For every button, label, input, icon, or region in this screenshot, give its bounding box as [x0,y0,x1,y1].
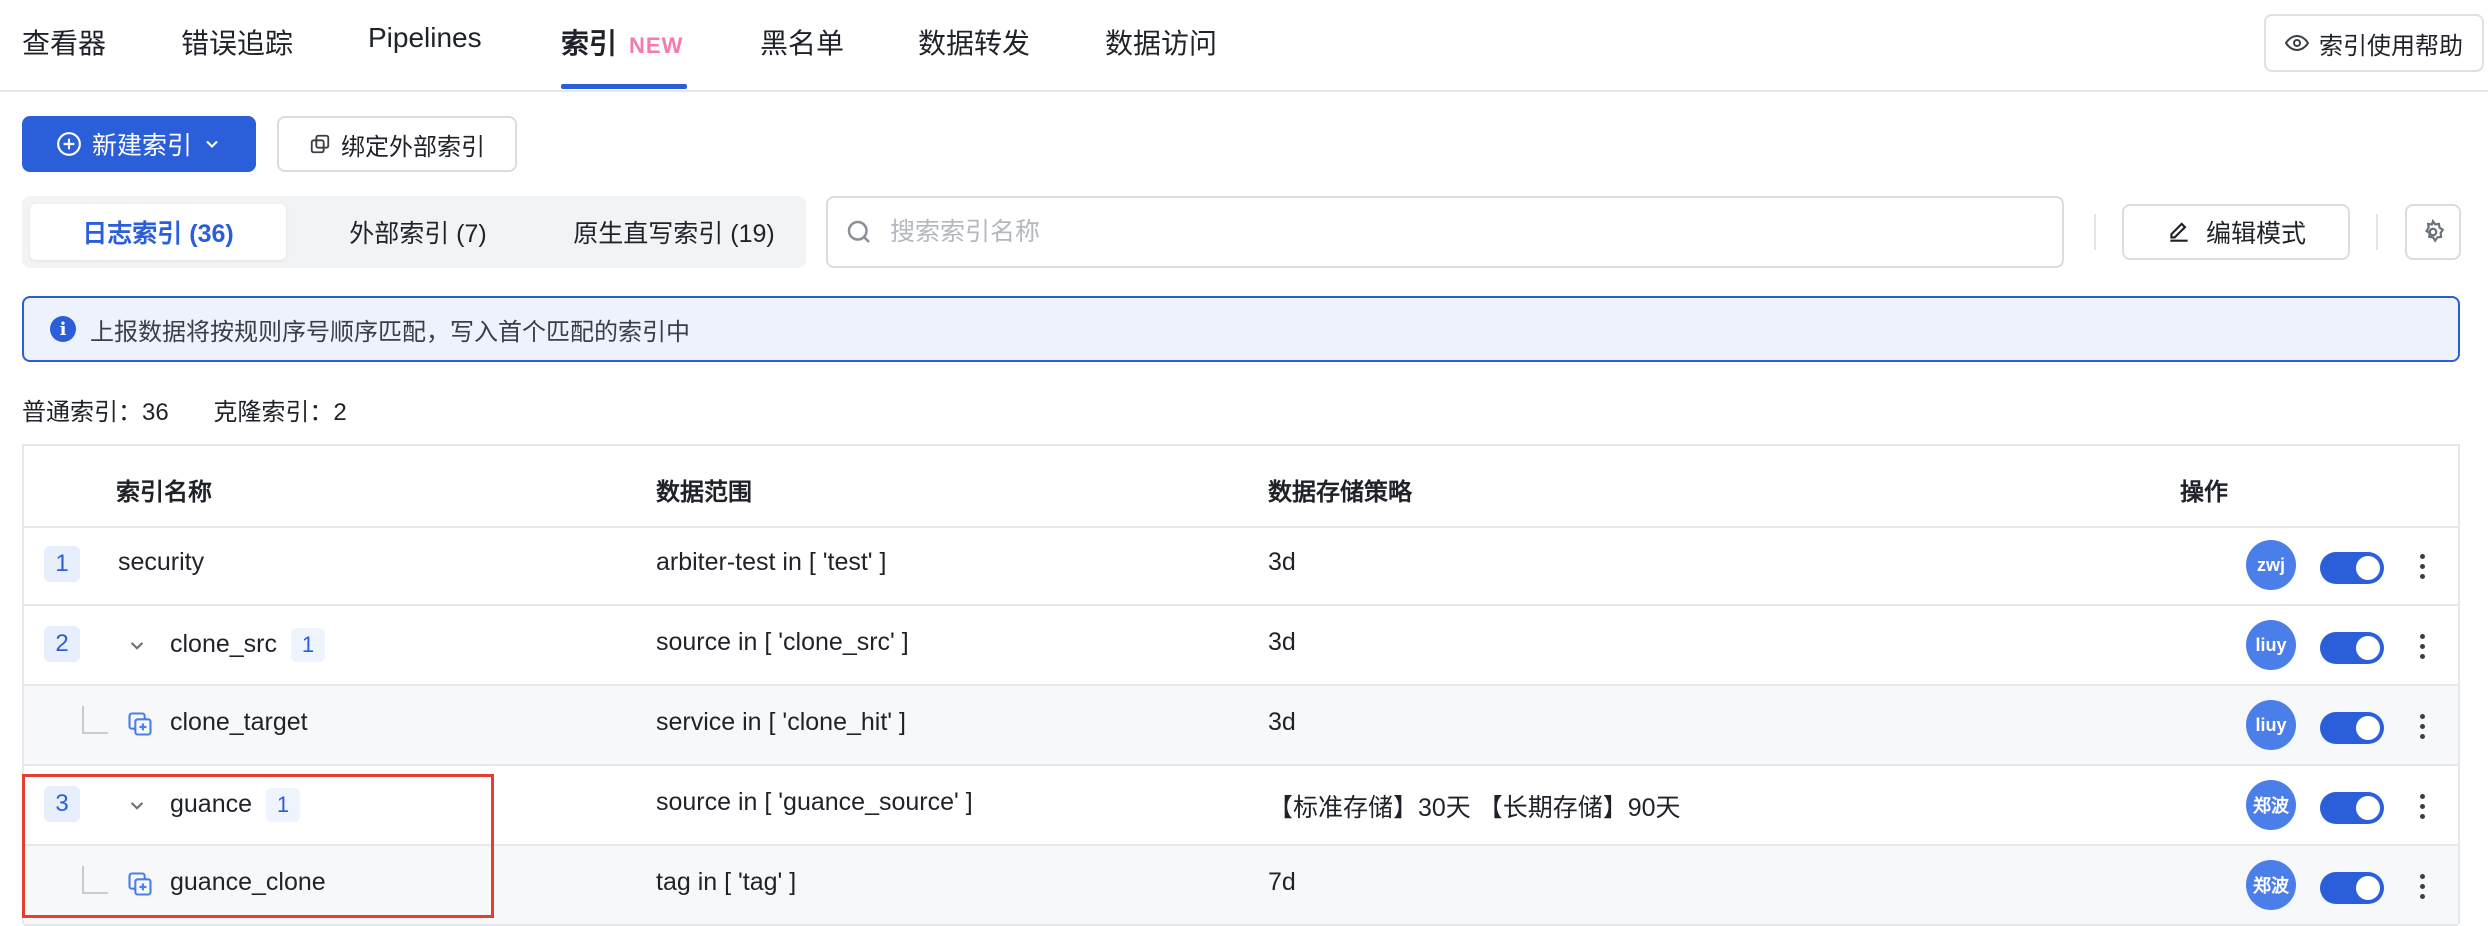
tab-index-label: 索引 [561,28,618,59]
more-icon[interactable] [2412,704,2432,748]
tab-index[interactable]: 索引 NEW [561,22,683,62]
gear-icon [2424,219,2445,243]
tab-native-write-index[interactable]: 原生直写索引 (19) [550,204,798,260]
info-icon: i [50,316,76,342]
avatar: 郑波 [2246,860,2296,910]
index-help-button[interactable]: 索引使用帮助 [2264,14,2484,72]
clone-index-count: 克隆索引：2 [213,399,347,426]
tab-viewer[interactable]: 查看器 [22,22,106,62]
info-text: 上报数据将按规则序号顺序匹配，写入首个匹配的索引中 [90,318,690,346]
plus-circle-icon [57,132,81,156]
enable-toggle[interactable] [2320,712,2384,744]
bind-external-index-button[interactable]: 绑定外部索引 [277,116,517,172]
divider [2376,214,2378,250]
enable-toggle[interactable] [2320,632,2384,664]
avatar: zwj [2246,540,2296,590]
table-row[interactable]: clone_target service in [ 'clone_hit' ] … [24,686,2458,766]
new-index-button[interactable]: 新建索引 [22,116,256,172]
search-input[interactable] [888,216,1992,248]
storage-policy: 7d [1268,868,1296,896]
data-scope: source in [ 'guance_source' ] [656,788,973,816]
clone-icon [128,712,152,736]
index-name: security [118,548,205,576]
top-nav: 查看器 错误追踪 Pipelines 索引 NEW 黑名单 数据转发 数据访问 [0,0,2488,92]
data-scope: service in [ 'clone_hit' ] [656,708,906,736]
search-icon [847,220,870,243]
col-data-scope: 数据范围 [656,479,752,506]
tree-connector [82,706,108,734]
edit-mode-label: 编辑模式 [2205,220,2306,248]
annotation-highlight-box [22,774,494,918]
storage-policy: 3d [1268,708,1296,736]
edit-mode-button[interactable]: 编辑模式 [2122,204,2350,260]
normal-index-count: 普通索引：36 [22,399,169,426]
index-search [826,196,2064,268]
index-name: clone_target [170,708,308,736]
avatar: liuy [2246,700,2296,750]
divider [2094,214,2096,250]
index-type-tabs: 日志索引 (36) 外部索引 (7) 原生直写索引 (19) [22,196,806,268]
pencil-icon [2170,222,2188,242]
more-icon[interactable] [2412,864,2432,908]
enable-toggle[interactable] [2320,872,2384,904]
storage-policy: 3d [1268,628,1296,656]
more-icon[interactable] [2412,784,2432,828]
enable-toggle[interactable] [2320,552,2384,584]
active-tab-indicator [561,84,687,89]
table-header: 索引名称 数据范围 数据存储策略 操作 [24,446,2458,528]
data-scope: arbiter-test in [ 'test' ] [656,548,887,576]
help-label: 索引使用帮助 [2319,32,2463,60]
index-name-group: clone_src 1 [170,628,325,662]
tab-pipelines[interactable]: Pipelines [368,22,482,54]
tab-data-access[interactable]: 数据访问 [1105,22,1217,62]
storage-policy: 【标准存储】30天 【长期存储】90天 [1268,794,1681,822]
index-counts: 普通索引：36 克隆索引：2 [22,392,347,427]
info-banner: i 上报数据将按规则序号顺序匹配，写入首个匹配的索引中 [22,296,2460,362]
col-actions: 操作 [2180,479,2228,506]
index-name: clone_src [170,630,277,658]
col-index-name: 索引名称 [116,479,212,506]
tab-external-index[interactable]: 外部索引 (7) [290,204,546,260]
chevron-down-icon[interactable] [124,632,150,658]
more-icon[interactable] [2412,544,2432,588]
table-row[interactable]: 2 clone_src 1 source in [ 'clone_src' ] 3… [24,606,2458,686]
new-badge: NEW [629,33,684,58]
tab-log-index[interactable]: 日志索引 (36) [30,204,286,260]
avatar: 郑波 [2246,780,2296,830]
col-storage-policy: 数据存储策略 [1268,479,1412,506]
chevron-down-icon [206,140,218,148]
data-scope: source in [ 'clone_src' ] [656,628,909,656]
link-copy-icon [310,134,330,154]
data-scope: tag in [ 'tag' ] [656,868,797,896]
tab-data-forwarding[interactable]: 数据转发 [918,22,1030,62]
table-row[interactable]: 1 security arbiter-test in [ 'test' ] 3d… [24,526,2458,606]
tab-error-tracking[interactable]: 错误追踪 [181,22,293,62]
eye-icon [2285,34,2309,52]
tab-blacklist[interactable]: 黑名单 [760,22,844,62]
bind-external-label: 绑定外部索引 [341,133,485,161]
row-seq: 2 [44,626,80,662]
more-icon[interactable] [2412,624,2432,668]
storage-policy: 3d [1268,548,1296,576]
clone-count-badge: 1 [291,628,325,662]
settings-button[interactable] [2405,204,2461,260]
avatar: liuy [2246,620,2296,670]
row-seq: 1 [44,546,80,582]
enable-toggle[interactable] [2320,792,2384,824]
new-index-label: 新建索引 [91,132,192,160]
